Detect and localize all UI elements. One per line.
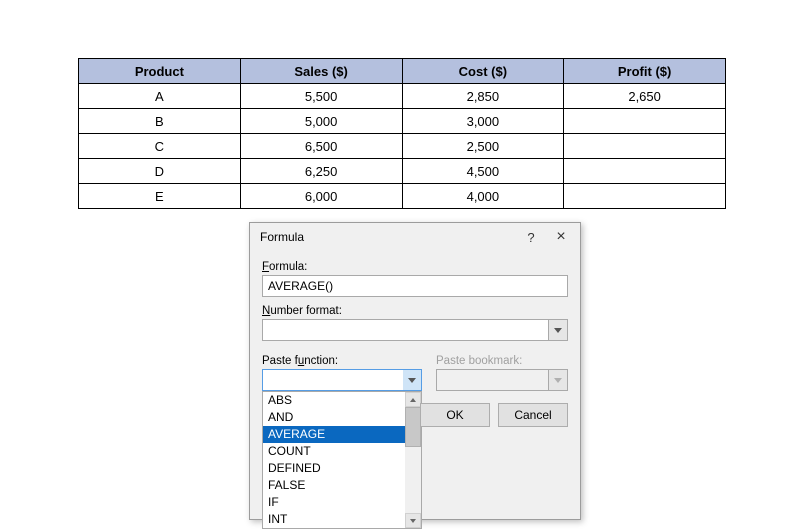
table-row: B5,0003,000	[79, 109, 726, 134]
cell-product[interactable]: C	[79, 134, 241, 159]
dialog-title: Formula	[260, 230, 516, 244]
paste-function-label: Paste function:	[262, 355, 422, 367]
function-option[interactable]: COUNT	[263, 443, 405, 460]
scroll-up-button[interactable]	[405, 392, 421, 407]
col-header-cost: Cost ($)	[402, 59, 564, 84]
cell-cost[interactable]: 4,000	[402, 184, 564, 209]
paste-function-field[interactable]	[263, 370, 403, 390]
cell-sales[interactable]: 6,250	[240, 159, 402, 184]
function-option[interactable]: DEFINED	[263, 460, 405, 477]
help-button[interactable]: ?	[516, 230, 546, 245]
col-header-product: Product	[79, 59, 241, 84]
number-format-dropdown-button[interactable]	[548, 319, 568, 341]
cell-product[interactable]: B	[79, 109, 241, 134]
cell-profit[interactable]	[564, 134, 726, 159]
cell-profit[interactable]	[564, 159, 726, 184]
scroll-down-button[interactable]	[405, 513, 421, 528]
number-format-combo[interactable]	[262, 319, 568, 341]
cell-cost[interactable]: 2,850	[402, 84, 564, 109]
cell-product[interactable]: D	[79, 159, 241, 184]
chevron-down-icon	[410, 519, 416, 523]
cell-profit[interactable]: 2,650	[564, 84, 726, 109]
function-option[interactable]: INT	[263, 511, 405, 528]
function-option[interactable]: AND	[263, 409, 405, 426]
cell-sales[interactable]: 5,000	[240, 109, 402, 134]
close-button[interactable]: ×	[546, 230, 576, 244]
chevron-up-icon	[410, 398, 416, 402]
paste-bookmark-dropdown-button	[548, 369, 568, 391]
col-header-sales: Sales ($)	[240, 59, 402, 84]
number-format-field[interactable]	[262, 319, 548, 341]
table-row: A5,5002,8502,650	[79, 84, 726, 109]
dialog-button-row: OK Cancel	[420, 403, 568, 427]
paste-function-dropdown-list: ABSANDAVERAGECOUNTDEFINEDFALSEIFINT	[262, 391, 422, 529]
paste-bookmark-field	[436, 369, 548, 391]
ok-button[interactable]: OK	[420, 403, 490, 427]
cell-profit[interactable]	[564, 184, 726, 209]
function-option[interactable]: ABS	[263, 392, 405, 409]
dropdown-scrollbar[interactable]	[405, 392, 421, 528]
table-row: D6,2504,500	[79, 159, 726, 184]
cell-sales[interactable]: 6,000	[240, 184, 402, 209]
formula-dialog: Formula ? × Formula: Number format: Past…	[249, 222, 581, 520]
cancel-button[interactable]: Cancel	[498, 403, 568, 427]
cell-cost[interactable]: 2,500	[402, 134, 564, 159]
dialog-body: Formula: Number format: Paste function: …	[250, 251, 580, 519]
dialog-titlebar[interactable]: Formula ? ×	[250, 223, 580, 251]
product-table: Product Sales ($) Cost ($) Profit ($) A5…	[78, 58, 726, 209]
cell-sales[interactable]: 5,500	[240, 84, 402, 109]
paste-bookmark-combo	[436, 369, 568, 391]
chevron-down-icon	[408, 378, 416, 383]
function-option[interactable]: FALSE	[263, 477, 405, 494]
chevron-down-icon	[554, 328, 562, 333]
cell-product[interactable]: E	[79, 184, 241, 209]
function-option[interactable]: AVERAGE	[263, 426, 405, 443]
function-option[interactable]: IF	[263, 494, 405, 511]
formula-input[interactable]	[262, 275, 568, 297]
table-row: E6,0004,000	[79, 184, 726, 209]
cell-product[interactable]: A	[79, 84, 241, 109]
paste-function-dropdown-button[interactable]	[403, 370, 421, 390]
chevron-down-icon	[554, 378, 562, 383]
number-format-label: Number format:	[262, 305, 568, 317]
table-header-row: Product Sales ($) Cost ($) Profit ($)	[79, 59, 726, 84]
formula-label: Formula:	[262, 261, 568, 273]
cell-sales[interactable]: 6,500	[240, 134, 402, 159]
col-header-profit: Profit ($)	[564, 59, 726, 84]
cell-profit[interactable]	[564, 109, 726, 134]
table-row: C6,5002,500	[79, 134, 726, 159]
cell-cost[interactable]: 3,000	[402, 109, 564, 134]
paste-bookmark-label: Paste bookmark:	[436, 355, 568, 367]
cell-cost[interactable]: 4,500	[402, 159, 564, 184]
scroll-thumb[interactable]	[405, 407, 421, 447]
data-table-region: Product Sales ($) Cost ($) Profit ($) A5…	[78, 58, 726, 209]
paste-function-combo[interactable]	[262, 369, 422, 391]
